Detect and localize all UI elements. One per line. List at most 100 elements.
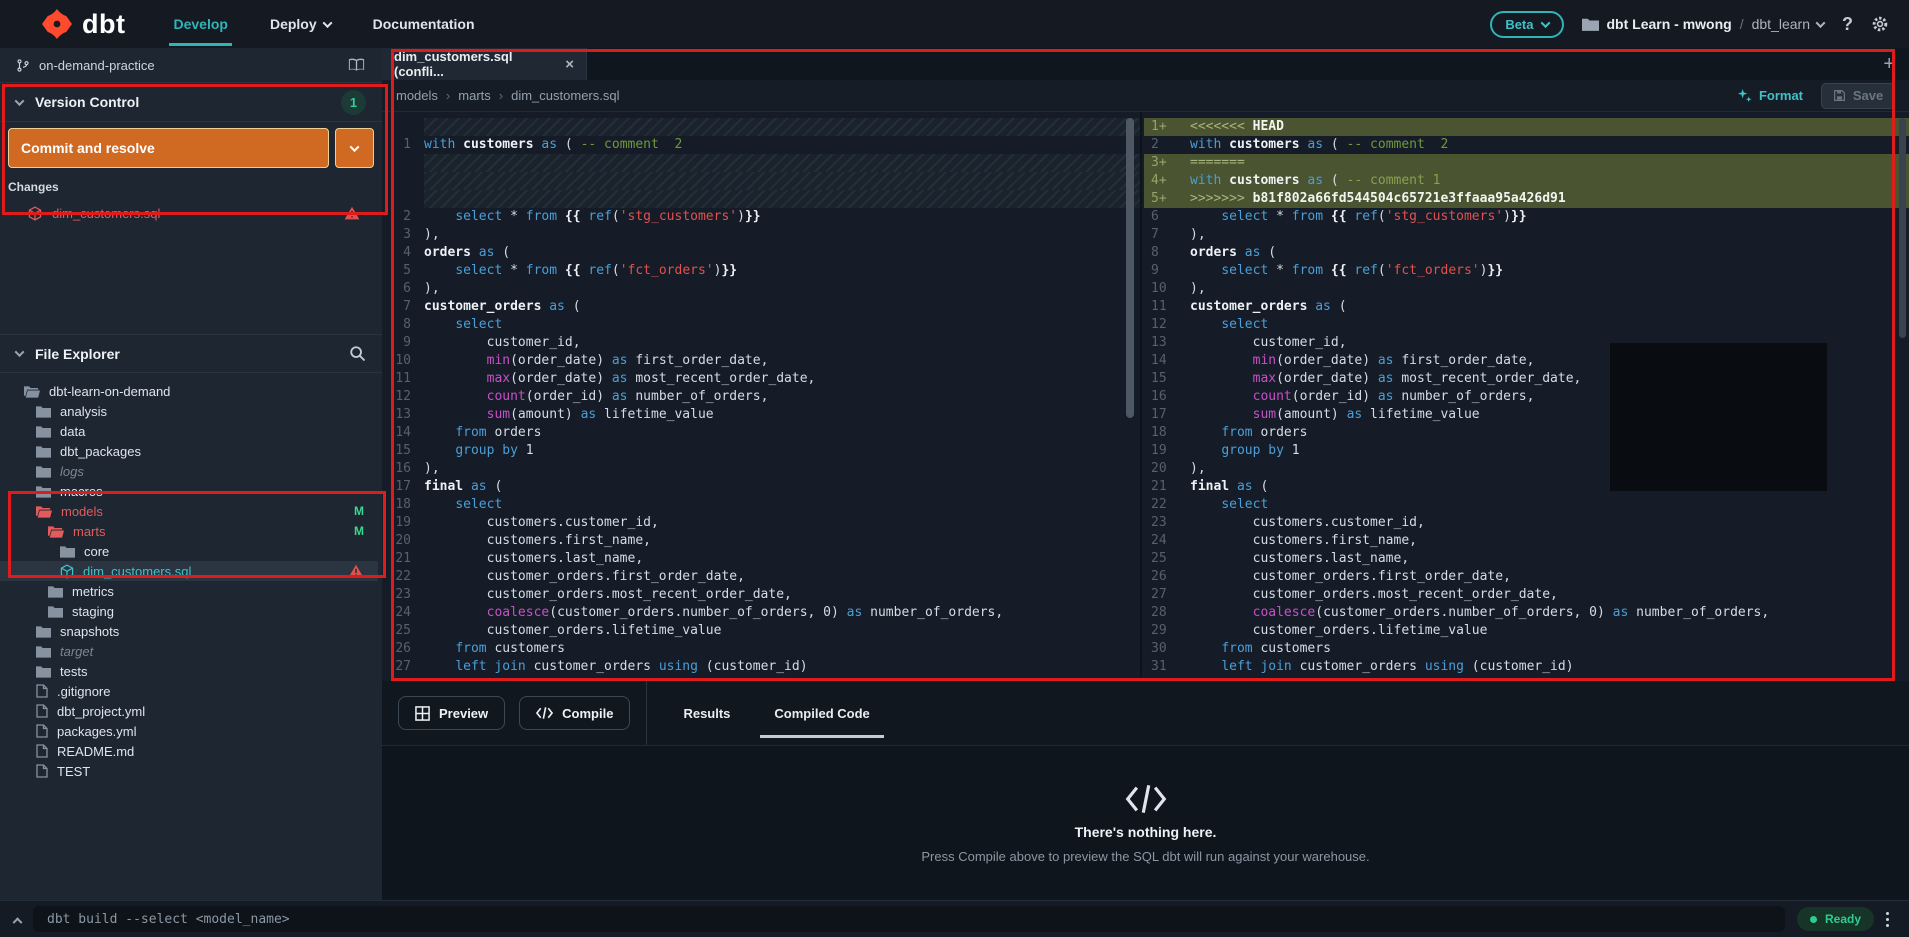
nav-item-develop[interactable]: Develop [169, 0, 233, 48]
new-tab-button[interactable]: + [1869, 48, 1909, 80]
kebab-menu-icon[interactable] [1886, 911, 1890, 927]
format-label: Format [1758, 88, 1803, 103]
preview-button[interactable]: Preview [398, 696, 506, 730]
tree-item--gitignore[interactable]: .gitignore [0, 681, 382, 701]
code-text: coalesce(customer_orders.number_of_order… [1252, 605, 1770, 620]
folder-icon [36, 665, 51, 678]
save-button[interactable]: Save [1821, 82, 1895, 109]
tree-item-analysis[interactable]: analysis [0, 401, 382, 421]
folder-icon [36, 645, 51, 658]
breadcrumb-item[interactable]: marts [458, 88, 491, 103]
account-switcher[interactable]: dbt Learn - mwong / dbt_learn [1581, 16, 1826, 32]
tree-item-readme-md[interactable]: README.md [0, 741, 382, 761]
preview-label: Preview [439, 705, 489, 721]
code-text: <<<<<<< HEAD [1190, 119, 1284, 134]
code-line: 3+ ======= [1144, 154, 1909, 172]
nav-item-label: Develop [173, 16, 228, 32]
code-line: 12 count(order_id) as number_of_orders, [382, 388, 1140, 406]
line-number: 15 [395, 443, 411, 458]
compile-button[interactable]: Compile [519, 696, 631, 730]
folder-open-icon [36, 505, 52, 518]
dbt-logo[interactable]: dbt [42, 9, 125, 40]
tree-item-label: analysis [60, 403, 107, 419]
left-pane-scrollbar[interactable] [1126, 118, 1134, 418]
line-number: 8 [403, 317, 411, 332]
tab-compiled-code[interactable]: Compiled Code [760, 706, 885, 738]
tree-item-packages-yml[interactable]: packages.yml [0, 721, 382, 741]
line-number: 3 [403, 227, 411, 242]
editor-area: dim_customers.sql (confli... × + models ›… [382, 48, 1909, 900]
warning-icon [348, 564, 364, 578]
line-number: 25 [1151, 551, 1167, 566]
tree-item-snapshots[interactable]: snapshots [0, 621, 382, 641]
tree-item-tests[interactable]: tests [0, 661, 382, 681]
code-text: customers.customer_id, [1190, 515, 1425, 530]
tree-item-macros[interactable]: macros [0, 481, 382, 501]
nav-item-documentation[interactable]: Documentation [373, 0, 475, 48]
folder-icon [36, 425, 51, 438]
code-hatch-row [382, 190, 1140, 208]
tree-item-label: README.md [57, 743, 135, 759]
tree-item-marts[interactable]: marts M [0, 521, 382, 541]
docs-book-icon[interactable] [347, 57, 366, 73]
commit-options-button[interactable] [335, 128, 374, 168]
tree-item-dbt-packages[interactable]: dbt_packages [0, 441, 382, 461]
project-dropdown[interactable]: dbt_learn [1752, 16, 1826, 32]
git-branch-row[interactable]: on-demand-practice [0, 48, 382, 83]
line-number: 11 [395, 371, 411, 386]
code-text: customer_orders.most_recent_order_date, [1190, 587, 1558, 602]
close-icon[interactable]: × [565, 56, 574, 73]
tree-item-target[interactable]: target [0, 641, 382, 661]
code-line: 26 customer_orders.first_order_date, [1144, 568, 1909, 586]
code-text: ), [424, 461, 440, 476]
tree-item-dim-customers-sql[interactable]: dim_customers.sql [0, 561, 378, 581]
tree-item-dbt-learn-on-demand[interactable]: dbt-learn-on-demand [0, 381, 382, 401]
commit-and-resolve-button[interactable]: Commit and resolve [8, 128, 329, 168]
chevron-down-icon [349, 141, 360, 152]
code-line: 1+ <<<<<<< HEAD [1144, 118, 1909, 136]
search-icon[interactable] [349, 345, 366, 362]
editor-pane-local[interactable]: 1 with customers as ( -- comment 2 2 selec… [382, 112, 1142, 681]
code-text: customer_orders.first_order_date, [1190, 569, 1511, 584]
top-nav: dbt Develop Deploy Documentation Beta dbt … [0, 0, 1909, 48]
code-text: select * from {{ ref('fct_orders')}} [1221, 263, 1504, 278]
expand-panel-icon[interactable] [12, 916, 23, 927]
save-label: Save [1852, 88, 1884, 103]
line-number: 4+ [1151, 173, 1167, 188]
code-text: ), [424, 227, 440, 242]
line-number: 16 [395, 461, 411, 476]
tab-title: dim_customers.sql (confli... [394, 49, 513, 79]
changed-file-item[interactable]: dim_customers.sql [0, 199, 382, 227]
code-line: 17 final as ( [382, 478, 1140, 496]
tree-item-models[interactable]: models M [0, 501, 382, 521]
beta-dropdown[interactable]: Beta [1490, 10, 1564, 38]
code-text: orders as ( [424, 245, 511, 260]
command-input[interactable]: dbt build --select <model_name> [33, 906, 1785, 932]
help-icon[interactable]: ? [1842, 14, 1853, 35]
tab-results[interactable]: Results [683, 706, 730, 721]
folder-open-icon [24, 385, 40, 398]
gear-icon[interactable] [1871, 15, 1889, 33]
code-text: group by 1 [455, 443, 534, 458]
breadcrumb-item[interactable]: models [396, 88, 438, 103]
tree-item-metrics[interactable]: metrics [0, 581, 382, 601]
code-text: coalesce(customer_orders.number_of_order… [486, 605, 1004, 620]
tree-item-staging[interactable]: staging [0, 601, 382, 621]
tree-item-test[interactable]: TEST [0, 761, 382, 781]
code-line: 25 customer_orders.lifetime_value [382, 622, 1140, 640]
nav-item-deploy[interactable]: Deploy [270, 0, 333, 48]
editor-tab[interactable]: dim_customers.sql (confli... × [382, 48, 587, 80]
code-line: 6 select * from {{ ref('stg_customers')}… [1144, 208, 1909, 226]
tree-item-data[interactable]: data [0, 421, 382, 441]
tree-item-logs[interactable]: logs [0, 461, 382, 481]
line-number: 21 [1151, 479, 1167, 494]
code-line: 2 select * from {{ ref('stg_customers')}… [382, 208, 1140, 226]
right-pane-scrollbar[interactable] [1899, 118, 1906, 338]
file-explorer-header[interactable]: File Explorer [0, 334, 382, 373]
tree-item-core[interactable]: core [0, 541, 382, 561]
breadcrumb-item[interactable]: dim_customers.sql [511, 88, 619, 103]
tree-item-dbt-project-yml[interactable]: dbt_project.yml [0, 701, 382, 721]
version-control-header[interactable]: Version Control 1 [0, 83, 382, 122]
chevron-down-icon [1815, 17, 1826, 28]
format-button[interactable]: Format [1737, 88, 1803, 103]
